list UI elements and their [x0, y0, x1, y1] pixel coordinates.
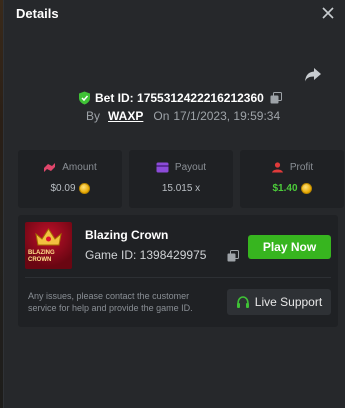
stat-payout: Payout 15.015 x — [129, 150, 233, 208]
amount-icon — [44, 163, 56, 172]
payout-icon — [156, 162, 169, 173]
bet-id-value: 1755312422216212360 — [137, 91, 264, 105]
stat-amount-label: Amount — [62, 162, 97, 173]
details-panel: Details Bet ID: 1755312422216212360 By W… — [3, 0, 345, 408]
by-label: By — [86, 109, 101, 123]
bet-id-label: Bet ID: — [95, 91, 134, 105]
copy-icon[interactable] — [227, 250, 239, 262]
bet-by-line: By WAXP On 17/1/2023, 19:59:34 — [86, 108, 280, 124]
copy-icon[interactable] — [270, 92, 282, 104]
bet-datetime: 17/1/2023, 19:59:34 — [173, 109, 281, 123]
close-icon[interactable] — [320, 5, 336, 21]
divider — [25, 277, 331, 278]
game-id: Game ID: 1398429975 — [85, 248, 207, 262]
on-label: On — [153, 109, 170, 123]
crown-icon — [35, 228, 62, 246]
coin-icon — [300, 183, 312, 194]
player-name-link[interactable]: WAXP — [108, 109, 143, 123]
play-now-button[interactable]: Play Now — [248, 235, 331, 259]
thumb-title-line2: CROWN — [28, 257, 52, 263]
game-name: Blazing Crown — [85, 228, 169, 242]
game-thumbnail[interactable]: BLAZING CROWN — [25, 222, 72, 269]
bet-id-line: Bet ID: 1755312422216212360 — [78, 90, 282, 106]
stat-profit-value: $1.40 — [272, 183, 298, 194]
panel-title: Details — [16, 6, 59, 21]
support-text: Any issues, please contact the customer … — [28, 291, 193, 313]
share-icon[interactable] — [304, 67, 322, 83]
live-support-button[interactable]: Live Support — [227, 289, 331, 315]
stat-payout-label: Payout — [174, 162, 207, 173]
stat-profit-label: Profit — [289, 162, 314, 173]
shield-check-icon — [79, 91, 90, 105]
stat-profit: Profit $1.40 — [240, 150, 344, 208]
stats-row: Amount $0.09 Payout 15.015 x Profit $1.4… — [18, 150, 344, 208]
game-card: BLAZING CROWN Blazing Crown Game ID: 139… — [18, 215, 338, 327]
profit-icon — [271, 162, 283, 173]
headset-icon — [236, 295, 249, 308]
stat-payout-value: 15.015 x — [161, 183, 201, 194]
thumb-title-line1: BLAZING — [28, 250, 55, 256]
coin-icon — [78, 183, 90, 194]
stat-amount-value: $0.09 — [50, 183, 76, 194]
panel-header: Details — [4, 0, 345, 28]
stat-amount: Amount $0.09 — [18, 150, 122, 208]
live-support-label: Live Support — [254, 295, 323, 309]
